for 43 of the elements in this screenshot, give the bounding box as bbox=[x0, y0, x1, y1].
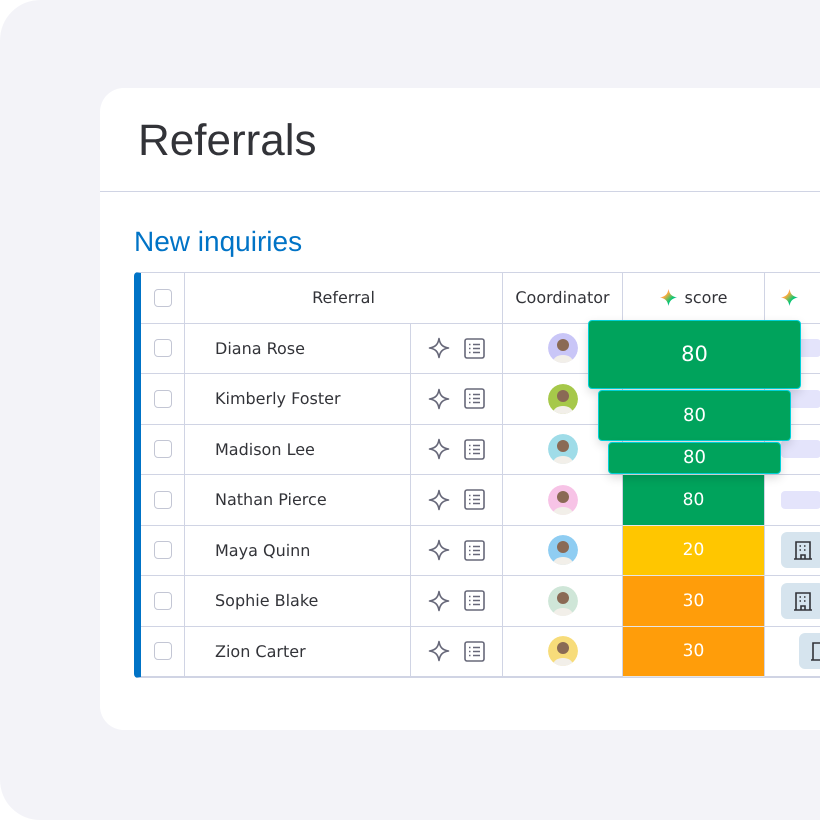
group-title: New inquiries bbox=[134, 226, 302, 258]
sparkle-icon bbox=[781, 289, 798, 306]
list-icon[interactable] bbox=[464, 388, 485, 410]
sparkle-icon[interactable] bbox=[428, 590, 450, 612]
avatar bbox=[548, 333, 578, 364]
sparkle-icon[interactable] bbox=[428, 337, 450, 360]
sparkle-icon[interactable] bbox=[428, 488, 450, 511]
list-icon[interactable] bbox=[464, 438, 485, 460]
list-icon[interactable] bbox=[464, 338, 485, 359]
avatar bbox=[548, 434, 578, 464]
avatar bbox=[548, 535, 578, 566]
checkbox[interactable] bbox=[154, 541, 172, 560]
referral-name[interactable]: Sophie Blake bbox=[215, 591, 318, 610]
referral-name[interactable]: Madison Lee bbox=[215, 440, 315, 459]
column-header[interactable]: Coordinator bbox=[515, 288, 610, 308]
avatar bbox=[548, 384, 578, 414]
avatar bbox=[548, 484, 578, 515]
list-icon[interactable] bbox=[464, 640, 485, 662]
referral-name[interactable]: Kimberly Foster bbox=[215, 389, 341, 408]
avatar bbox=[548, 586, 578, 616]
referral-name[interactable]: Nathan Pierce bbox=[215, 490, 327, 510]
list-icon[interactable] bbox=[464, 590, 485, 612]
sparkle-icon[interactable] bbox=[428, 539, 450, 562]
checkbox[interactable] bbox=[154, 288, 172, 307]
page-title: Referrals bbox=[138, 116, 316, 166]
sparkle-icon[interactable] bbox=[428, 438, 450, 460]
checkbox[interactable] bbox=[154, 490, 172, 509]
referral-name[interactable]: Maya Quinn bbox=[215, 540, 310, 560]
checkbox[interactable] bbox=[154, 440, 172, 458]
column-header[interactable]: score bbox=[684, 288, 728, 308]
list-icon[interactable] bbox=[464, 489, 485, 510]
referral-name[interactable]: Zion Carter bbox=[215, 642, 306, 661]
column-header[interactable]: Referral bbox=[312, 288, 375, 308]
sparkle-icon bbox=[660, 289, 676, 306]
checkbox[interactable] bbox=[154, 339, 172, 358]
checkbox[interactable] bbox=[154, 390, 172, 408]
checkbox[interactable] bbox=[154, 592, 172, 610]
list-icon[interactable] bbox=[464, 540, 485, 561]
checkbox[interactable] bbox=[154, 642, 172, 660]
avatar bbox=[548, 636, 578, 666]
sparkle-icon[interactable] bbox=[428, 640, 450, 662]
referral-name[interactable]: Diana Rose bbox=[215, 338, 305, 358]
sparkle-icon[interactable] bbox=[428, 388, 450, 410]
